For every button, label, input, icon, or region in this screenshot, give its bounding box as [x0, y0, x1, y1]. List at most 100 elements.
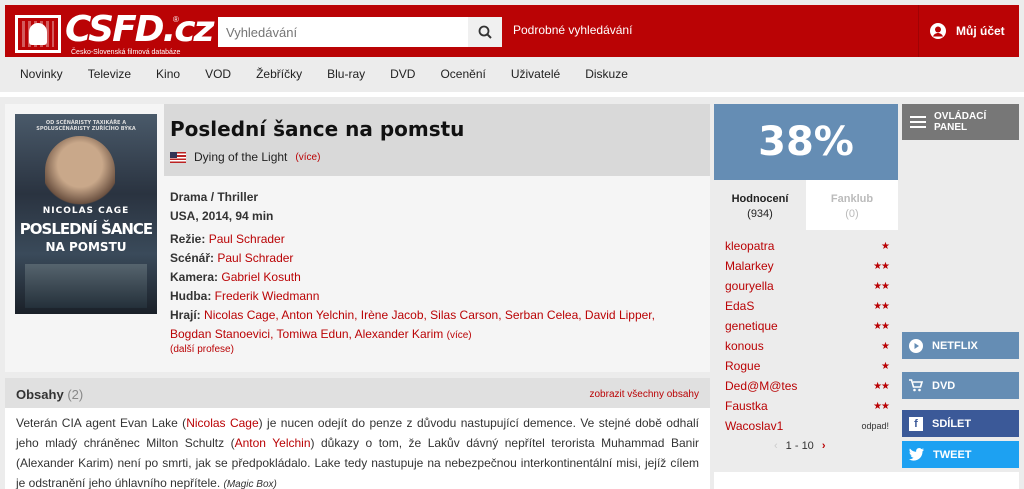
logo-text: CSFD.cz: [65, 9, 215, 50]
rating-panel: 38% Hodnocení (934) Fanklub (0) kleopatr…: [714, 104, 898, 468]
menu-icon: [910, 116, 926, 128]
right-sidebar: OVLÁDACÍ PANEL NETFLIX DVD f SDÍLET TWEET: [902, 104, 1019, 489]
nav-item-novinky[interactable]: Novinky: [5, 60, 73, 88]
user-link[interactable]: kleopatra: [725, 239, 774, 253]
list-item: konous ★: [725, 336, 890, 356]
nav-item-uzivatele[interactable]: Uživatelé: [496, 60, 570, 88]
more-cast-link[interactable]: (více): [447, 330, 472, 341]
search-button[interactable]: [468, 17, 502, 47]
facebook-icon: f: [909, 416, 923, 431]
stars-rating: ★★: [873, 320, 890, 332]
dvd-button[interactable]: DVD: [902, 372, 1019, 399]
control-panel-button[interactable]: OVLÁDACÍ PANEL: [902, 104, 1019, 140]
original-title: Dying of the Light (více): [170, 150, 320, 164]
bottom-panel: [714, 472, 1019, 489]
film-poster[interactable]: OD SCÉNÁRISTY TAXIKÁŘE A SPOLUSCÉNÁRISTY…: [15, 114, 157, 314]
stars-rating: ★★: [873, 300, 890, 312]
facebook-share-button[interactable]: f SDÍLET: [902, 410, 1019, 437]
list-item: gouryella ★★: [725, 276, 890, 296]
music-link[interactable]: Frederik Wiedmann: [215, 289, 320, 303]
list-item: EdaS ★★: [725, 296, 890, 316]
user-link[interactable]: EdaS: [725, 299, 754, 313]
nav-item-televize[interactable]: Televize: [73, 60, 141, 88]
user-link[interactable]: Rogue: [725, 359, 760, 373]
nav-item-vod[interactable]: VOD: [190, 60, 241, 88]
search-input[interactable]: [218, 17, 468, 47]
rating-percent: 38%: [714, 104, 898, 180]
logo-subtitle: Česko-Slovenská filmová databáze: [71, 49, 181, 56]
list-item: Faustka ★★: [725, 396, 890, 416]
user-link[interactable]: Faustka: [725, 399, 768, 413]
user-link[interactable]: Wacoslav1: [725, 419, 783, 433]
nav-item-dvd[interactable]: DVD: [375, 60, 425, 88]
nav-item-kino[interactable]: Kino: [141, 60, 190, 88]
account-menu[interactable]: Můj účet: [930, 23, 1005, 39]
page-title: Poslední šance na pomstu: [170, 117, 465, 141]
cast-links[interactable]: Nicolas Cage, Anton Yelchin, Irène Jacob…: [170, 308, 655, 341]
plots-header: Obsahy (2) zobrazit všechny obsahy: [5, 378, 710, 408]
account-label: Můj účet: [956, 24, 1005, 38]
show-all-plots-link[interactable]: zobrazit všechny obsahy: [589, 389, 699, 400]
poster-face: [45, 136, 115, 208]
stars-rating: ★★: [873, 400, 890, 412]
stars-rating: ★: [881, 360, 890, 372]
tab-ratings[interactable]: Hodnocení (934): [714, 180, 806, 230]
film-genre: Drama / Thriller USA, 2014, 94 min: [170, 188, 273, 226]
nav-item-diskuze[interactable]: Diskuze: [570, 60, 638, 88]
stars-rating: odpad!: [861, 421, 889, 431]
nav-item-oceneni[interactable]: Ocenění: [425, 60, 495, 88]
user-link[interactable]: Ded@M@tes: [725, 379, 797, 393]
plots-panel: Obsahy (2) zobrazit všechny obsahy Veter…: [5, 378, 710, 489]
list-item: Malarkey ★★: [725, 256, 890, 276]
site-header: CSFD.cz ® Česko-Slovenská filmová databá…: [0, 0, 1024, 60]
prev-page-icon[interactable]: ‹: [774, 440, 778, 452]
camera-link[interactable]: Gabriel Kosuth: [221, 270, 300, 284]
director-link[interactable]: Paul Schrader: [209, 232, 285, 246]
list-item: kleopatra ★: [725, 236, 890, 256]
user-link[interactable]: genetique: [725, 319, 778, 333]
top-bar: CSFD.cz ® Česko-Slovenská filmová databá…: [5, 5, 1019, 57]
list-item: Rogue ★: [725, 356, 890, 376]
site-logo[interactable]: CSFD.cz ® Česko-Slovenská filmová databá…: [15, 9, 215, 56]
advanced-search-link[interactable]: Podrobné vyhledávání: [513, 23, 632, 37]
tab-fanclub[interactable]: Fanklub (0): [806, 180, 898, 230]
nav-item-bluray[interactable]: Blu-ray: [312, 60, 375, 88]
plot-actor-link[interactable]: Anton Yelchin: [235, 436, 311, 450]
more-professions-link[interactable]: (další profese): [170, 344, 234, 355]
logo-film-icon: [15, 15, 61, 53]
nav-item-zebricky[interactable]: Žebříčky: [241, 60, 312, 88]
netflix-button[interactable]: NETFLIX: [902, 332, 1019, 359]
page-range: 1 - 10: [785, 440, 814, 452]
list-item: genetique ★★: [725, 316, 890, 336]
usa-flag-icon: [170, 151, 186, 163]
list-item: Wacoslav1 odpad!: [725, 416, 889, 436]
user-link[interactable]: Malarkey: [725, 259, 774, 273]
film-origin: USA, 2014, 94 min: [170, 209, 274, 223]
list-item: Ded@M@tes ★★: [725, 376, 890, 396]
user-ratings-list: kleopatra ★ Malarkey ★★ gouryella ★★ EdaS ★★…: [714, 230, 898, 468]
plot-source: (Magic Box): [223, 479, 277, 489]
search-icon: [478, 25, 492, 39]
stars-rating: ★★: [873, 280, 890, 292]
next-page-icon[interactable]: ›: [822, 440, 826, 452]
more-titles-link[interactable]: (více): [295, 152, 320, 163]
twitter-tweet-button[interactable]: TWEET: [902, 441, 1019, 468]
main-nav: Novinky Televize Kino VOD Žebříčky Blu-r…: [5, 60, 1019, 88]
user-link[interactable]: konous: [725, 339, 764, 353]
user-link[interactable]: gouryella: [725, 279, 774, 293]
writer-link[interactable]: Paul Schrader: [217, 251, 293, 265]
film-crew: Režie: Paul Schrader Scénář: Paul Schrad…: [170, 232, 655, 341]
plot-text: Veterán CIA agent Evan Lake (Nicolas Cag…: [16, 416, 699, 489]
ratings-pager: ‹ 1 - 10 ›: [774, 440, 825, 452]
stars-rating: ★: [881, 240, 890, 252]
user-icon: [930, 23, 946, 39]
cart-icon: [909, 379, 923, 392]
twitter-icon: [909, 448, 924, 461]
plots-title: Obsahy (2): [16, 387, 84, 402]
search-box: [218, 17, 502, 47]
play-icon: [909, 338, 923, 353]
stars-rating: ★: [881, 340, 890, 352]
film-info-panel: OD SCÉNÁRISTY TAXIKÁŘE A SPOLUSCÉNÁRISTY…: [5, 104, 710, 372]
rating-tabs: Hodnocení (934) Fanklub (0): [714, 180, 898, 230]
plot-actor-link[interactable]: Nicolas Cage: [186, 416, 258, 430]
